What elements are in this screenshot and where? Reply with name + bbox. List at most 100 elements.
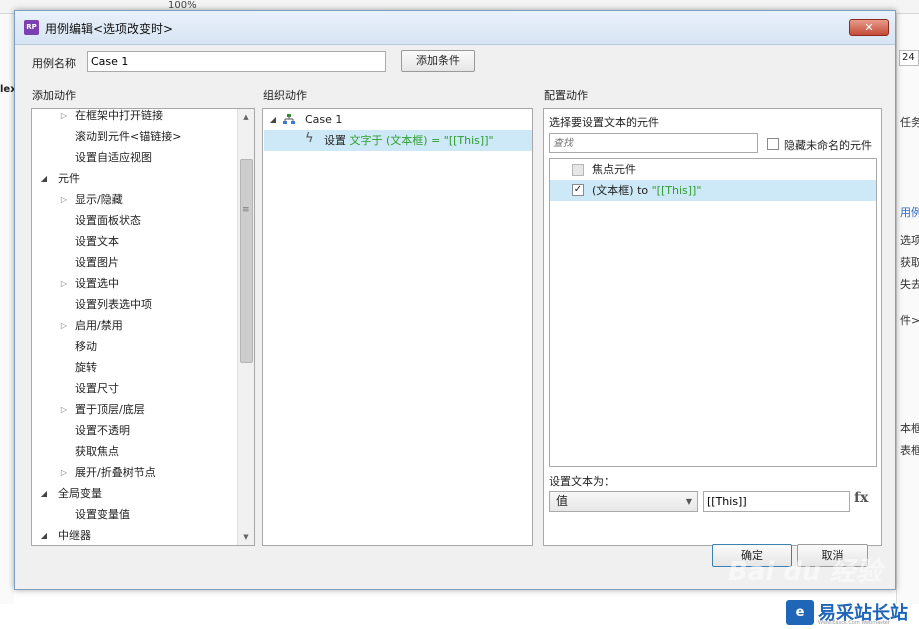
expanded-arrow-icon[interactable]: ◢ xyxy=(40,483,48,504)
tree-item-label: 设置尺寸 xyxy=(75,382,119,395)
tree-item[interactable]: ▷ 置于顶层/底层 xyxy=(32,399,237,420)
tree-item[interactable]: ▷ 启用/禁用 xyxy=(32,315,237,336)
value-type-selected: 值 xyxy=(556,494,569,508)
action-prefix: 设置 xyxy=(324,134,350,147)
site-logo-icon: e xyxy=(786,600,814,625)
case-editor-dialog: RP 用例编辑<选项改变时> ✕ 用例名称 添加条件 添加动作 组织动作 配置动… xyxy=(14,10,896,590)
expanded-arrow-icon[interactable]: ◢ xyxy=(40,525,48,545)
hide-unnamed-checkbox[interactable] xyxy=(767,138,779,150)
widget-search-input[interactable] xyxy=(549,133,758,153)
dialog-titlebar[interactable]: RP 用例编辑<选项改变时> ✕ xyxy=(15,11,895,45)
scroll-up-arrow-icon[interactable]: ▲ xyxy=(238,109,254,125)
close-icon: ✕ xyxy=(864,21,874,34)
collapsed-arrow-icon[interactable]: ▷ xyxy=(60,189,68,210)
focus-widget-checkbox[interactable] xyxy=(572,164,584,176)
bg-fragment-top: 任务 xyxy=(900,116,919,129)
tree-item-label: 设置不透明 xyxy=(75,424,130,437)
tree-item-label: 中继器 xyxy=(58,529,91,542)
select-widget-label: 选择要设置文本的元件 xyxy=(549,116,659,129)
bg-fragment-r1[interactable]: 用例 xyxy=(900,204,919,220)
tree-item[interactable]: 获取焦点 xyxy=(32,441,237,462)
scroll-down-arrow-icon[interactable]: ▼ xyxy=(238,529,254,545)
tree-item[interactable]: ▷ 显示/隐藏 xyxy=(32,189,237,210)
expand-arrow-icon[interactable]: ◢ xyxy=(269,109,277,130)
tree-item[interactable]: ▷ 在框架中打开链接 xyxy=(32,109,237,126)
axure-rp-icon: RP xyxy=(24,20,39,35)
tree-item[interactable]: 设置图片 xyxy=(32,252,237,273)
collapsed-arrow-icon[interactable]: ▷ xyxy=(60,109,68,126)
bg-input[interactable]: 24 xyxy=(899,50,919,66)
tree-item[interactable]: 设置尺寸 xyxy=(32,378,237,399)
scroll-grip-icon: ≡ xyxy=(242,205,250,215)
collapsed-arrow-icon[interactable]: ▷ xyxy=(60,315,68,336)
chevron-down-icon: ▼ xyxy=(685,497,692,506)
configure-actions-panel: 选择要设置文本的元件 隐藏未命名的元件 焦点元件 ✓ (文本框) to "[[T… xyxy=(543,108,882,546)
expanded-arrow-icon[interactable]: ◢ xyxy=(40,168,48,189)
tree-item[interactable]: ◢ 元件 xyxy=(32,168,237,189)
tree-item-label: 设置自适应视图 xyxy=(75,151,152,164)
collapsed-arrow-icon[interactable]: ▷ xyxy=(60,273,68,294)
case-name-label: 用例名称 xyxy=(32,57,76,70)
collapsed-arrow-icon[interactable]: ▷ xyxy=(60,399,68,420)
tree-item-label: 元件 xyxy=(58,172,80,185)
bg-fragment-r5[interactable]: 件>> xyxy=(900,312,919,328)
scroll-thumb[interactable] xyxy=(240,159,253,363)
tree-item[interactable]: 滚动到元件<锚链接> xyxy=(32,126,237,147)
tree-item[interactable]: ◢ 中继器 xyxy=(32,525,237,545)
add-actions-tree: ▷ 在框架中打开链接滚动到元件<锚链接> 设置自适应视图 ◢ 元件 ▷ 显示/隐藏设置面板状… xyxy=(31,108,255,546)
textbox-widget-label-value: "[[This]]" xyxy=(651,184,702,197)
bg-fragment-r7: 表框 xyxy=(900,444,919,457)
organize-actions-title: 组织动作 xyxy=(263,89,307,102)
tree-item-label: 设置选中 xyxy=(75,277,119,290)
tree-item[interactable]: 设置变量值 xyxy=(32,504,237,525)
tree-item-label: 展开/折叠树节点 xyxy=(75,466,156,479)
case-name-input[interactable] xyxy=(87,51,386,72)
case-node-label: Case 1 xyxy=(305,113,343,126)
widget-list: 焦点元件 ✓ (文本框) to "[[This]]" xyxy=(549,158,877,467)
case-node[interactable]: ◢ Case 1 xyxy=(263,109,532,130)
tree-item-label: 设置变量值 xyxy=(75,508,130,521)
background-right-panel: 任务 24 用例 选项改 获取焦 失去焦 件>> 本框 表框 xyxy=(896,14,919,604)
tree-item[interactable]: ◢ 全局变量 xyxy=(32,483,237,504)
bg-fragment-r2: 选项改 xyxy=(900,234,919,247)
lightning-bolt-icon: ϟ xyxy=(305,131,314,146)
collapsed-arrow-icon[interactable]: ▷ xyxy=(60,462,68,483)
textbox-widget-label-prefix: (文本框) to xyxy=(592,184,652,197)
tree-item-label: 设置列表选中项 xyxy=(75,298,152,311)
tree-item[interactable]: ▷ 设置选中 xyxy=(32,273,237,294)
textbox-widget-checkbox[interactable]: ✓ xyxy=(572,184,584,196)
tree-item[interactable]: 设置不透明 xyxy=(32,420,237,441)
tree-item[interactable]: 旋转 xyxy=(32,357,237,378)
tree-item[interactable]: 移动 xyxy=(32,336,237,357)
tree-item[interactable]: 设置面板状态 xyxy=(32,210,237,231)
hide-unnamed-label: 隐藏未命名的元件 xyxy=(784,139,872,152)
widget-row-focus[interactable]: 焦点元件 xyxy=(550,159,876,180)
tree-item-label: 显示/隐藏 xyxy=(75,193,123,206)
tree-item[interactable]: 设置列表选中项 xyxy=(32,294,237,315)
tree-item-label: 设置文本 xyxy=(75,235,119,248)
site-watermark-sub: Www.Easck.Com Webmaster xyxy=(818,620,890,626)
textbox-widget-label: (文本框) to "[[This]]" xyxy=(592,180,701,201)
action-row-selected[interactable]: ϟ 设置 文字于 (文本框) = "[[This]]" xyxy=(264,130,532,151)
add-condition-button[interactable]: 添加条件 xyxy=(401,50,475,72)
tree-item-label: 置于顶层/底层 xyxy=(75,403,145,416)
organize-actions-tree: ◢ Case 1 ϟ 设置 文字于 (文本框) = "[[This]]" xyxy=(262,108,533,546)
tree-item[interactable]: 设置自适应视图 xyxy=(32,147,237,168)
add-actions-title: 添加动作 xyxy=(32,89,76,102)
tree-item[interactable]: 设置文本 xyxy=(32,231,237,252)
value-type-select[interactable]: 值 ▼ xyxy=(549,491,698,512)
tree-item[interactable]: ▷ 展开/折叠树节点 xyxy=(32,462,237,483)
bg-fragment-r6: 本框 xyxy=(900,422,919,435)
action-text: 设置 文字于 (文本框) = "[[This]]" xyxy=(324,130,494,151)
close-button[interactable]: ✕ xyxy=(849,19,889,36)
text-value-input[interactable] xyxy=(703,491,850,512)
action-target: 文字于 (文本框) = "[[This]]" xyxy=(349,134,494,147)
widget-row-textbox[interactable]: ✓ (文本框) to "[[This]]" xyxy=(550,180,876,201)
tree-item-label: 在框架中打开链接 xyxy=(75,109,163,122)
tree-item-label: 获取焦点 xyxy=(75,445,119,458)
background-left-panel: lex xyxy=(0,14,17,604)
fx-function-button[interactable]: fx xyxy=(854,490,868,506)
configure-actions-title: 配置动作 xyxy=(544,89,588,102)
bg-fragment-r3: 获取焦 xyxy=(900,256,919,269)
tree-scrollbar[interactable]: ▲ ≡ ▼ xyxy=(237,109,254,545)
